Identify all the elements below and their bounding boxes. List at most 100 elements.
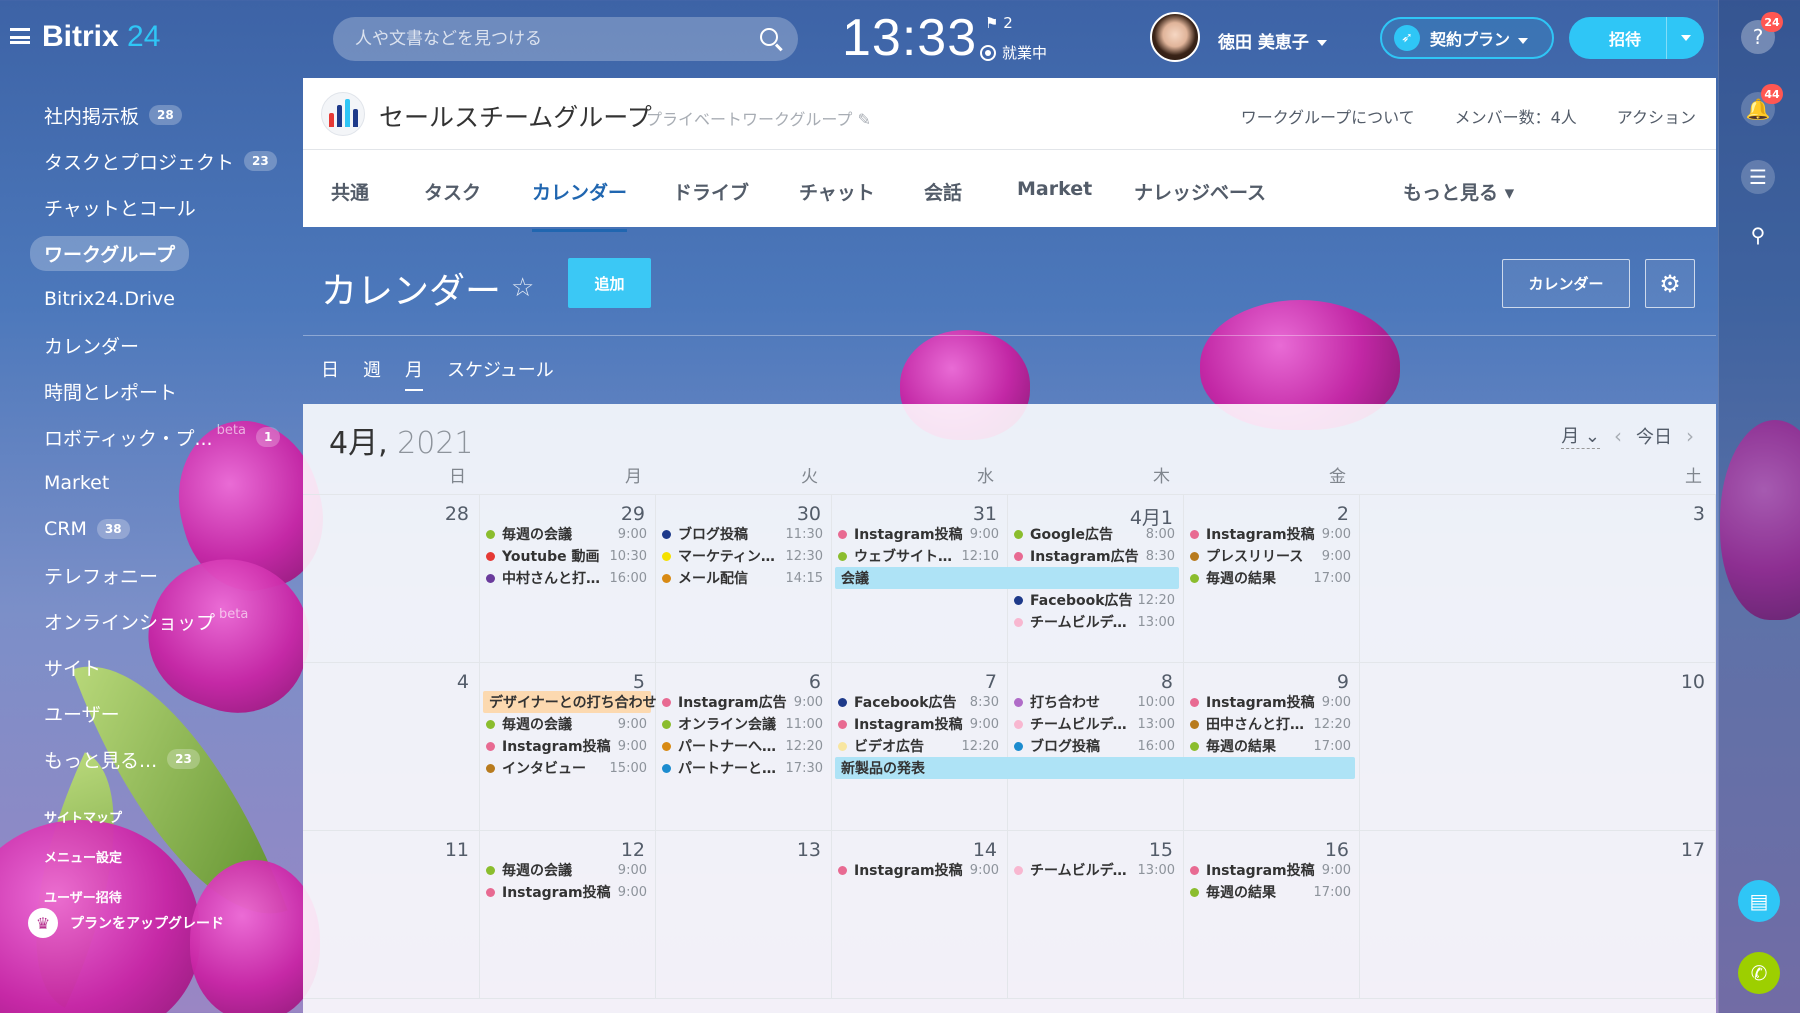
multi-day-event[interactable]: 会議 [835,567,1179,589]
calendar-event[interactable]: オンライン会議 11:00 [662,713,823,735]
upgrade-plan-link[interactable]: ♛ プランをアップグレード [28,908,224,938]
view-option[interactable]: 日 [321,356,339,382]
tab-item[interactable]: チャット [799,178,875,205]
edit-pencil-icon[interactable]: ✎ [858,110,871,129]
day-number[interactable]: 11 [445,839,469,861]
day-number[interactable]: 29 [621,503,645,525]
calendar-event[interactable]: Instagram投稿 9:00 [838,713,999,735]
calendar-event[interactable]: Facebook広告 12:20 [1014,589,1175,611]
tab-item[interactable]: Market [1017,178,1092,200]
calendar-event[interactable]: チームビルディン...13:00 [1014,713,1175,735]
calendar-event[interactable]: Instagram投稿 9:00 [838,859,999,881]
calendar-button[interactable]: カレンダー [1502,259,1630,308]
calendar-event[interactable]: ウェブサイトの... 12:10 [838,545,999,567]
calendar-event[interactable]: 毎週の結果 17:00 [1190,567,1351,589]
sidebar-item[interactable]: CRM 38 [28,506,298,552]
sidebar-item[interactable]: ユーザー [28,690,298,736]
day-cell[interactable]: 29 毎週の会議 9:00 Youtube 動画 10:30 中村さんと打ち... 16:0… [480,495,656,663]
about-group-link[interactable]: ワークグループについて [1241,104,1415,128]
sidebar-item[interactable]: もっと見る... 23 [28,736,298,782]
calendar-event[interactable]: Instagram投稿 9:00 [1190,523,1351,545]
day-cell[interactable]: 28 [303,495,480,663]
calendar-event[interactable]: Instagram広告 8:30 [1014,545,1175,567]
calendar-event[interactable]: ブログ投稿 16:00 [1014,735,1175,757]
day-number[interactable]: 7 [985,671,997,693]
day-number[interactable]: 17 [1681,839,1705,861]
day-cell[interactable]: 30ブログ投稿11:30マーケティングプ...12:30メール配信14:15 [656,495,832,663]
day-number[interactable]: 6 [809,671,821,693]
view-option[interactable]: 週 [363,356,381,382]
sidebar-item[interactable]: タスクとプロジェクト 23 [28,138,298,184]
tab-item[interactable]: 会話 [924,178,962,205]
day-number[interactable]: 3 [1693,503,1705,525]
calendar-event[interactable]: インタビュー 15:00 [486,757,647,779]
app-logo[interactable]: Bitrix 24 [42,20,160,54]
global-search[interactable] [333,17,798,61]
sidebar-item[interactable]: 時間とレポート [28,368,298,414]
calendar-event[interactable]: 打ち合わせ 10:00 [1014,691,1175,713]
flag-counter[interactable]: ⚑ 2 [985,14,1013,32]
invite-button[interactable]: 招待 [1569,17,1704,59]
day-number[interactable]: 16 [1325,839,1349,861]
group-type[interactable]: プライベートワークグループ ✎ [646,106,871,130]
user-menu[interactable]: 徳田 美恵子 [1218,28,1327,53]
tab-more[interactable]: もっと見る ▾ [1403,178,1514,205]
calendar-event[interactable]: 中村さんと打ち... 16:00 [486,567,647,589]
day-number[interactable]: 30 [797,503,821,525]
star-icon[interactable]: ☆ [511,273,534,303]
chevron-right-icon[interactable]: › [1686,424,1694,448]
calendar-event[interactable]: ブログ投稿 11:30 [662,523,823,545]
day-cell[interactable]: 2 Instagram投稿 9:00 プレスリリース 9:00 毎週の結果 17:00 [1184,495,1360,663]
day-number[interactable]: 10 [1681,671,1705,693]
work-status[interactable]: 就業中 [980,42,1047,63]
add-button[interactable]: 追加 [568,258,651,308]
plan-button[interactable]: ➶ 契約プラン [1380,17,1554,59]
calendar-event[interactable]: チームビルディン...13:00 [1014,611,1175,633]
calendar-event[interactable]: 田中さんと打ち... 12:20 [1190,713,1351,735]
tab-item[interactable]: ナレッジベース [1134,178,1266,205]
tab-item[interactable]: ドライブ [673,178,749,205]
calendar-event[interactable]: 毎週の会議 9:00 [486,859,647,881]
calendar-event[interactable]: Facebook広告 8:30 [838,691,999,713]
calendar-event[interactable]: マーケティングプ...12:30 [662,545,823,567]
invite-dropdown-chevron-icon[interactable] [1666,17,1704,59]
help-icon[interactable]: ? 24 [1741,12,1783,54]
day-cell[interactable]: 8打ち合わせ10:00チームビルディン...13:00ブログ投稿16:00 [1008,663,1184,831]
day-cell[interactable]: 16 Instagram投稿 9:00 毎週の結果 17:00 [1184,831,1360,999]
view-option[interactable]: スケジュール [447,356,554,382]
calendar-event[interactable]: 毎週の結果 17:00 [1190,881,1351,903]
day-number[interactable]: 13 [797,839,821,861]
multi-day-event[interactable]: 新製品の発表 [835,757,1355,779]
day-number[interactable]: 8 [1161,671,1173,693]
day-number[interactable]: 14 [973,839,997,861]
sidebar-item[interactable]: Bitrix24.Drive [28,276,298,322]
sidebar-small-link[interactable]: メニュー設定 [28,836,298,876]
calendar-event[interactable]: パートナーへメ... 12:20 [662,735,823,757]
day-cell[interactable]: 12 毎週の会議 9:00 Instagram投稿 9:00 [480,831,656,999]
calendar-event[interactable]: Instagram投稿 9:00 [486,881,647,903]
calendar-event[interactable]: Instagram投稿 9:00 [1190,691,1351,713]
menu-burger-icon[interactable] [10,28,30,44]
calendar-event[interactable]: ビデオ広告 12:20 [838,735,999,757]
clock[interactable]: 13:33 [842,8,977,68]
tab-item[interactable]: タスク [424,178,481,205]
group-logo[interactable] [321,92,365,136]
multi-day-event[interactable]: デザイナーとの打ち合わせ [483,691,657,713]
calendar-event[interactable]: Instagram投稿 9:00 [486,735,647,757]
day-number[interactable]: 15 [1149,839,1173,861]
day-cell[interactable]: 10 [1360,663,1716,831]
sidebar-item[interactable]: 社内掲示板 28 [28,92,298,138]
day-number[interactable]: 28 [445,503,469,525]
calendar-event[interactable]: プレスリリース 9:00 [1190,545,1351,567]
chat-list-icon[interactable]: ☰ [1741,160,1775,194]
calendar-event[interactable]: Instagram投稿 9:00 [838,523,999,545]
sidebar-item[interactable]: ロボティック・プ... beta 1 [28,414,298,460]
calendar-event[interactable]: チームビルディン...13:00 [1014,859,1175,881]
bell-icon[interactable]: 🔔 44 [1741,84,1783,126]
sidebar-item[interactable]: サイト [28,644,298,690]
sidebar-item[interactable]: ワークグループ [28,230,298,276]
search-icon[interactable] [760,28,778,46]
gear-icon[interactable]: ⚙ [1645,259,1695,308]
tab-item[interactable]: カレンダー [532,178,628,232]
day-cell[interactable]: 15チームビルディン...13:00 [1008,831,1184,999]
